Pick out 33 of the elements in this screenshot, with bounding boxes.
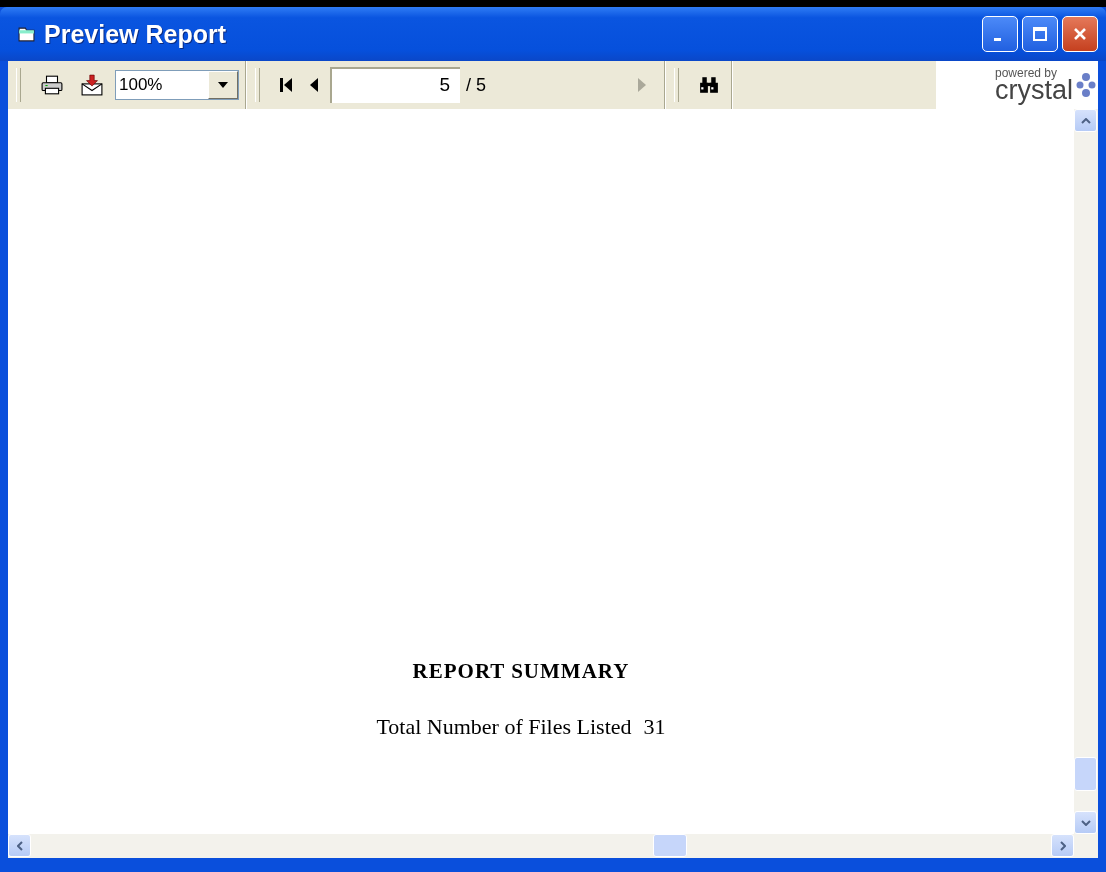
minimize-button[interactable] <box>982 16 1018 52</box>
next-page-icon <box>638 78 646 92</box>
chevron-left-icon <box>16 840 23 851</box>
printer-icon <box>41 75 63 95</box>
scroll-down-button[interactable] <box>1074 811 1097 834</box>
dropdown-arrow-icon <box>218 82 228 88</box>
chevron-down-icon <box>1080 819 1091 826</box>
total-value: 31 <box>643 714 666 740</box>
report-heading: REPORT SUMMARY <box>412 659 630 684</box>
page-number-field[interactable]: 5 <box>330 67 460 103</box>
total-label: Total Number of Files Listed <box>376 714 632 740</box>
binoculars-icon <box>699 77 719 93</box>
chevron-right-icon <box>1059 840 1066 851</box>
close-button[interactable] <box>1062 16 1098 52</box>
minimize-icon <box>994 37 1001 41</box>
dots-icon <box>1076 73 1096 97</box>
horizontal-scrollbar[interactable] <box>8 834 1098 858</box>
scroll-thumb[interactable] <box>1074 757 1097 791</box>
vertical-scrollbar[interactable] <box>1074 109 1098 834</box>
envelope-arrow-icon <box>81 74 103 96</box>
previous-page-icon <box>310 78 318 92</box>
maximize-icon <box>1030 24 1050 44</box>
window-icon <box>18 26 35 42</box>
page-total: / 5 <box>466 74 486 96</box>
scroll-right-button[interactable] <box>1051 834 1074 857</box>
window-title: Preview Report <box>44 19 226 49</box>
scroll-up-button[interactable] <box>1074 109 1097 132</box>
scroll-thumb[interactable] <box>653 834 687 857</box>
zoom-dropdown[interactable]: 100% <box>115 70 239 100</box>
scroll-left-button[interactable] <box>8 834 31 857</box>
chevron-up-icon <box>1080 117 1091 124</box>
maximize-button[interactable] <box>1022 16 1058 52</box>
first-page-icon <box>280 78 292 92</box>
